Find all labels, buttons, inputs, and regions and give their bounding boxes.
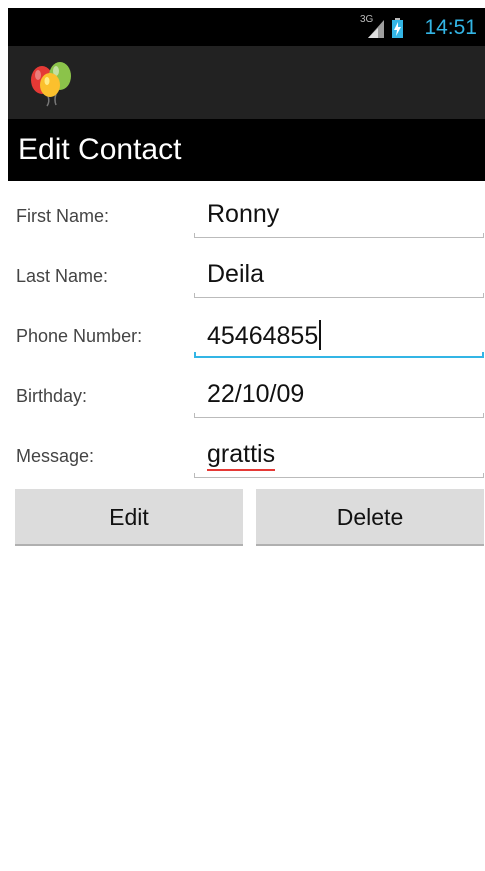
birthday-label: Birthday: — [16, 386, 88, 406]
birthday-value: 22/10/09 — [207, 380, 305, 408]
clock: 14:51 — [424, 16, 477, 39]
message-field[interactable]: grattis — [194, 424, 484, 480]
last-name-value: Deila — [207, 260, 264, 288]
message-value-wrap: grattis — [207, 440, 276, 471]
page-title: Edit Contact — [18, 133, 182, 166]
phone-number-label: Phone Number: — [16, 326, 143, 346]
delete-button[interactable]: Delete — [256, 489, 484, 546]
field-underline — [194, 293, 484, 298]
field-underline — [194, 352, 484, 358]
screen: 3G 14:51 Edit Contact First Name: Ronny … — [0, 0, 485, 871]
phone-number-field[interactable]: 45464855 — [194, 304, 484, 360]
signal-icon: 3G — [360, 14, 386, 40]
status-bar: 3G 14:51 — [8, 8, 485, 46]
title-bar: Edit Contact — [8, 119, 485, 181]
message-value: grattis — [207, 440, 276, 471]
balloons-icon[interactable] — [28, 58, 76, 108]
last-name-label: Last Name: — [16, 266, 109, 286]
field-underline — [194, 473, 484, 478]
text-cursor — [319, 320, 322, 350]
battery-icon — [392, 18, 403, 38]
birthday-row: Birthday: 22/10/09 — [8, 364, 485, 424]
edit-button[interactable]: Edit — [15, 489, 243, 546]
last-name-row: Last Name: Deila — [8, 244, 485, 304]
first-name-row: First Name: Ronny — [8, 184, 485, 244]
field-underline — [194, 233, 484, 238]
message-row: Message: grattis — [8, 424, 485, 484]
message-label: Message: — [16, 446, 95, 466]
field-underline — [194, 413, 484, 418]
phone-number-value-wrap: 45464855 — [207, 320, 322, 350]
phone-number-value: 45464855 — [207, 322, 319, 350]
birthday-field[interactable]: 22/10/09 — [194, 364, 484, 420]
phone-number-row: Phone Number: 45464855 — [8, 304, 485, 364]
first-name-value: Ronny — [207, 200, 280, 228]
last-name-field[interactable]: Deila — [194, 244, 484, 300]
first-name-field[interactable]: Ronny — [194, 184, 484, 240]
first-name-label: First Name: — [16, 206, 110, 226]
action-bar — [8, 46, 485, 119]
